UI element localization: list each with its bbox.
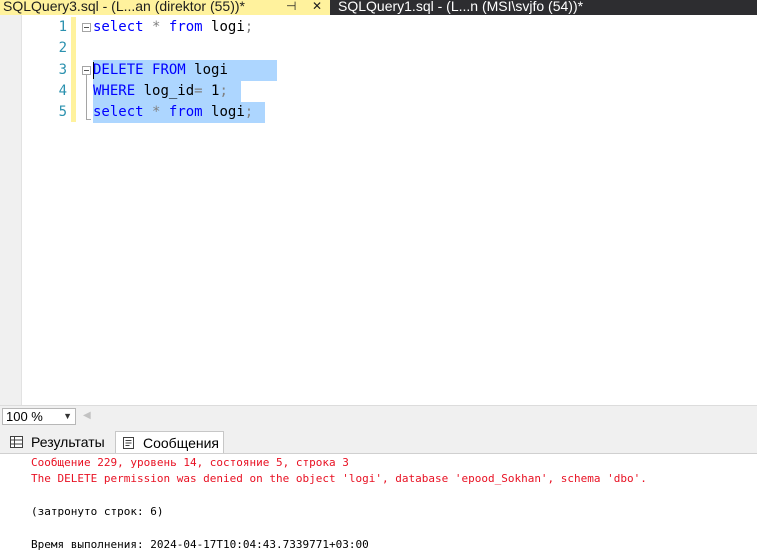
code-line-5[interactable]: select * from logi; <box>93 102 253 123</box>
fold-guide-end <box>86 119 91 120</box>
collapse-icon[interactable] <box>82 66 91 75</box>
operator: ; <box>244 19 254 35</box>
fold-guide <box>86 75 87 120</box>
error-header: Сообщение 229, уровень 14, состояние 5, … <box>31 456 349 469</box>
rows-affected: (затронуто строк: 6) <box>31 505 164 518</box>
line-number: 1 <box>58 19 67 35</box>
keyword: from <box>168 104 203 120</box>
keyword: from <box>168 19 203 35</box>
tab-label: Сообщения <box>143 435 219 451</box>
keyword: WHERE <box>93 83 136 99</box>
change-indicator <box>71 17 76 122</box>
code-line-3[interactable]: DELETE FROM logi <box>93 60 228 81</box>
keyword: select <box>93 104 144 120</box>
tab-label: Результаты <box>31 434 105 450</box>
line-number: 2 <box>58 40 67 56</box>
collapse-icon[interactable] <box>82 23 91 32</box>
identifier: logi <box>194 62 228 78</box>
zoom-dropdown[interactable]: 100 % ▼ <box>2 408 76 425</box>
tab-label: SQLQuery1.sql - (L...n (MSI\svjfo (54))* <box>338 0 584 14</box>
editor-status-bar: 100 % ▼ ◀ <box>0 405 757 427</box>
horizontal-scrollbar[interactable] <box>96 409 757 424</box>
keyword: DELETE <box>93 62 144 78</box>
operator: * <box>152 19 161 35</box>
message-icon <box>123 437 134 449</box>
keyword: FROM <box>152 62 186 78</box>
close-icon[interactable]: ✕ <box>312 0 322 13</box>
operator: ; <box>244 104 254 120</box>
zoom-value: 100 % <box>6 409 43 424</box>
tab-messages[interactable]: Сообщения <box>115 431 224 453</box>
tab-sqlquery1[interactable]: SQLQuery1.sql - (L...n (MSI\svjfo (54))* <box>330 0 610 15</box>
grid-icon <box>10 436 23 448</box>
keyword: select <box>93 19 144 35</box>
operator: ; <box>219 83 228 99</box>
identifier: logi <box>211 104 245 120</box>
query-editor[interactable]: 1 2 3 4 5 select * from logi; DELETE FRO… <box>0 15 757 405</box>
operator: * <box>152 104 161 120</box>
tab-label: SQLQuery3.sql - (L...an (direktor (55))* <box>3 0 245 14</box>
code-line-1[interactable]: select * from logi; <box>93 17 253 38</box>
chevron-down-icon: ▼ <box>63 411 72 421</box>
line-number: 5 <box>58 104 67 120</box>
editor-margin <box>0 15 22 405</box>
completion-time: Время выполнения: 2024-04-17T10:04:43.73… <box>31 538 369 551</box>
operator: = <box>194 83 203 99</box>
code-line-4[interactable]: WHERE log_id= 1; <box>93 81 228 102</box>
identifier: log_id <box>143 83 195 99</box>
line-number: 4 <box>58 83 67 99</box>
line-number: 3 <box>58 62 67 78</box>
document-tab-strip: SQLQuery3.sql - (L...an (direktor (55))*… <box>0 0 757 15</box>
error-message: The DELETE permission was denied on the … <box>31 472 647 485</box>
pin-icon[interactable]: ⊣ <box>286 0 296 13</box>
tab-results[interactable]: Результаты <box>4 431 114 453</box>
tab-sqlquery3[interactable]: SQLQuery3.sql - (L...an (direktor (55))*… <box>0 0 330 15</box>
identifier: logi <box>211 19 245 35</box>
scroll-left-icon[interactable]: ◀ <box>83 410 91 421</box>
messages-pane[interactable]: Сообщение 229, уровень 14, состояние 5, … <box>0 454 757 557</box>
results-tab-strip: Результаты Сообщения <box>0 427 757 454</box>
